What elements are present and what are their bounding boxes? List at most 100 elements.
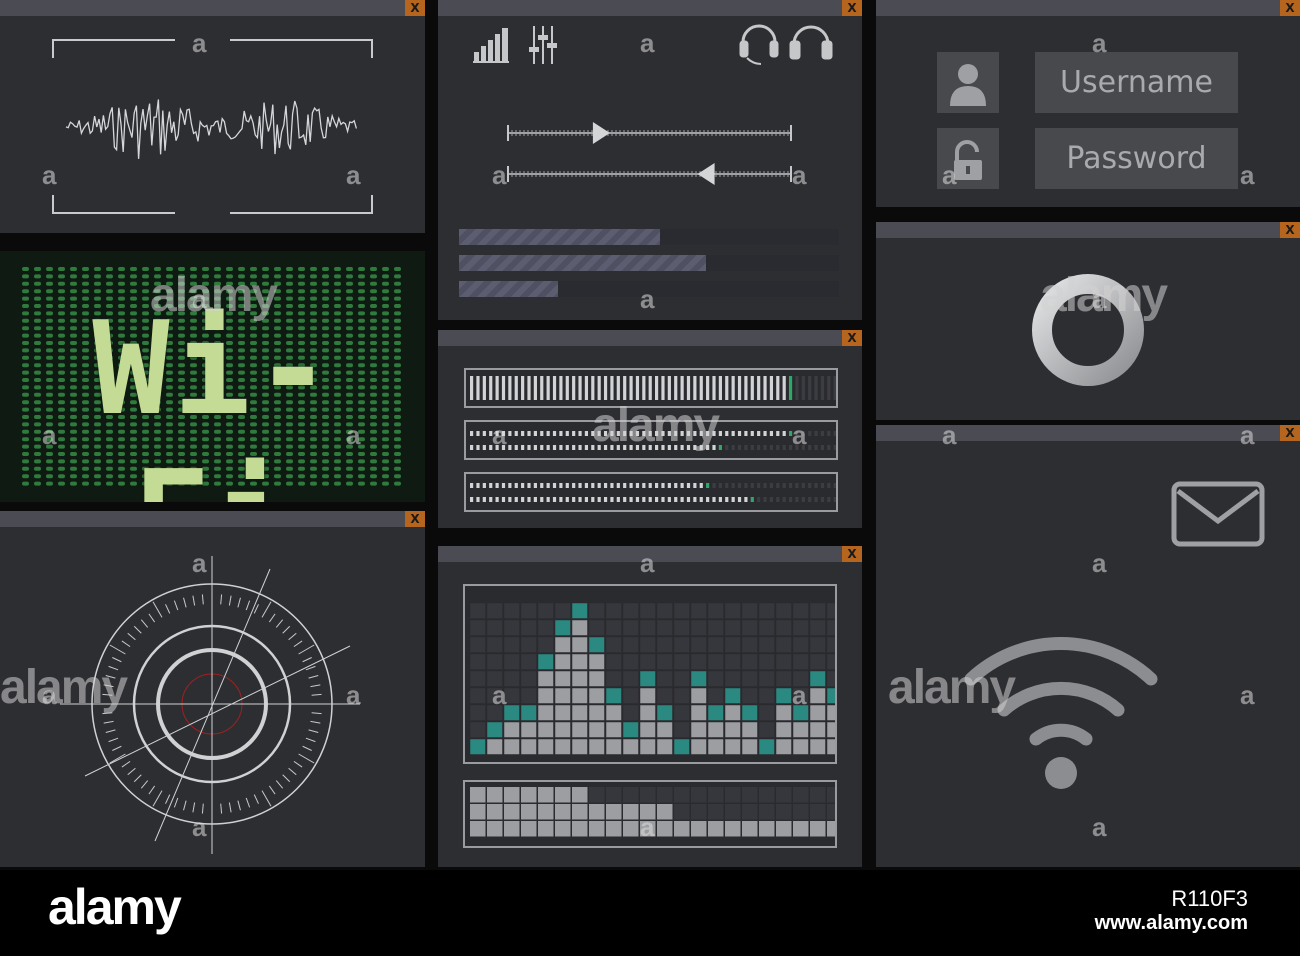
matrix-cell bbox=[310, 274, 317, 279]
eq-cell bbox=[571, 619, 588, 636]
radar-tick bbox=[305, 737, 316, 743]
spectrum-cell bbox=[793, 787, 809, 803]
radar-tick bbox=[105, 729, 116, 733]
wifi-icon[interactable] bbox=[964, 637, 1158, 746]
matrix-cell bbox=[322, 281, 329, 286]
meter-segment bbox=[648, 483, 652, 488]
radar-tick bbox=[298, 753, 315, 764]
matrix-cell bbox=[178, 281, 185, 286]
eq-cell bbox=[707, 738, 724, 755]
matrix-cell bbox=[394, 281, 401, 286]
signal-bars-icon[interactable] bbox=[473, 28, 509, 63]
meter-segment bbox=[674, 497, 678, 502]
matrix-cell bbox=[370, 274, 377, 279]
meter-segment bbox=[540, 497, 544, 502]
matrix-cell bbox=[346, 267, 353, 271]
progress-bar bbox=[459, 229, 839, 245]
matrix-cell bbox=[46, 274, 53, 279]
meter-segment bbox=[597, 497, 601, 502]
meter-segment bbox=[795, 483, 799, 488]
close-button[interactable]: X bbox=[842, 546, 862, 562]
spectrum-cell bbox=[742, 804, 758, 820]
meter-segment bbox=[629, 483, 633, 488]
spectrum-cell bbox=[538, 787, 554, 803]
meter-segment bbox=[527, 431, 531, 436]
meter-segment bbox=[693, 376, 697, 400]
spectrum-cell bbox=[606, 787, 622, 803]
radar-icon bbox=[60, 556, 360, 854]
eq-cell bbox=[639, 721, 656, 738]
eq-cell bbox=[537, 738, 554, 755]
matrix-cell bbox=[334, 267, 341, 271]
meter-segment bbox=[501, 497, 506, 502]
meter-segment bbox=[718, 445, 722, 450]
meter-segment bbox=[808, 497, 812, 502]
meter-segment bbox=[744, 376, 748, 400]
eq-cell bbox=[758, 619, 775, 636]
eq-cell bbox=[741, 636, 758, 653]
matrix-cell bbox=[202, 281, 209, 286]
spectrum-cell bbox=[725, 787, 741, 803]
headphones-icon[interactable] bbox=[789, 25, 833, 60]
matrix-cell bbox=[106, 267, 113, 271]
meter-segment bbox=[820, 483, 825, 488]
meter-segment bbox=[686, 376, 691, 400]
sliders-icon[interactable] bbox=[529, 26, 557, 64]
meter-segment bbox=[584, 483, 589, 488]
meter-segment bbox=[489, 431, 493, 436]
slider-thumb[interactable] bbox=[592, 122, 610, 144]
matrix-cell bbox=[130, 281, 137, 286]
meter-segment bbox=[489, 497, 493, 502]
close-button[interactable]: X bbox=[842, 330, 862, 346]
panel-titlebar[interactable] bbox=[438, 546, 862, 562]
meter-segment bbox=[546, 376, 550, 400]
eq-cell bbox=[792, 687, 809, 704]
close-button[interactable]: X bbox=[1280, 0, 1300, 16]
headset-icon[interactable] bbox=[739, 24, 779, 65]
matrix-cell bbox=[130, 274, 137, 279]
panel-titlebar[interactable] bbox=[438, 330, 862, 346]
slider-track[interactable] bbox=[507, 125, 792, 141]
matrix-cell bbox=[226, 274, 233, 279]
matrix-cell bbox=[250, 274, 257, 279]
meter-segment bbox=[725, 431, 729, 436]
matrix-cell bbox=[238, 289, 245, 294]
slider-track[interactable] bbox=[507, 166, 792, 182]
meter-segment bbox=[706, 376, 710, 400]
meter-segment bbox=[776, 497, 780, 502]
eq-cell bbox=[775, 619, 792, 636]
meter-segment bbox=[808, 445, 812, 450]
spectrum-cell bbox=[470, 821, 486, 837]
username-field[interactable]: Username bbox=[1035, 52, 1238, 113]
mail-icon[interactable] bbox=[1171, 481, 1265, 547]
eq-cell bbox=[520, 738, 537, 755]
eq-cell bbox=[809, 738, 826, 755]
meter-segment bbox=[788, 445, 793, 450]
slider-thumb[interactable] bbox=[697, 163, 715, 185]
meter-segment bbox=[788, 483, 793, 488]
eq-cell bbox=[503, 704, 520, 721]
radar-tick bbox=[261, 601, 272, 618]
matrix-cell bbox=[22, 281, 29, 286]
spectrum-grid bbox=[470, 787, 835, 837]
eq-cell bbox=[792, 721, 809, 738]
password-field[interactable]: Password bbox=[1035, 128, 1238, 189]
eq-cell bbox=[469, 636, 486, 653]
matrix-cell bbox=[118, 281, 125, 286]
user-icon-box bbox=[937, 52, 999, 113]
eq-cell bbox=[741, 670, 758, 687]
radar-tick bbox=[220, 594, 223, 605]
meter-segment bbox=[495, 497, 499, 502]
eq-cell bbox=[809, 704, 826, 721]
radar-tick bbox=[133, 774, 142, 783]
meter-segment bbox=[527, 497, 531, 502]
meter-segment bbox=[578, 497, 582, 502]
matrix-cell bbox=[322, 289, 329, 294]
matrix-cell bbox=[82, 267, 89, 271]
eq-cell bbox=[758, 653, 775, 670]
eq-cell bbox=[809, 721, 826, 738]
meter-segment bbox=[788, 497, 793, 502]
panel-titlebar[interactable] bbox=[876, 0, 1300, 16]
eq-cell bbox=[809, 636, 826, 653]
meter-segment bbox=[833, 497, 836, 502]
